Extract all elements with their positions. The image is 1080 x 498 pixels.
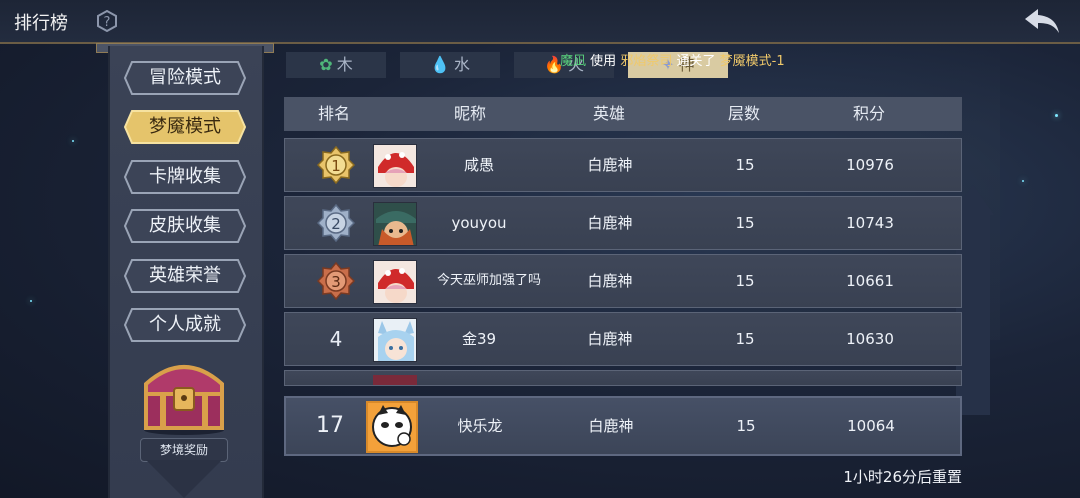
- my-score: 10064: [847, 417, 895, 435]
- nickname-cell: youyou: [451, 214, 507, 232]
- hero-cell: 白鹿神: [587, 156, 633, 174]
- nav-label: 冒险模式: [149, 67, 221, 88]
- star-sparkle: [30, 300, 32, 302]
- rank-number: 4: [329, 327, 343, 351]
- table-row[interactable]: 4 金39 白鹿神 15 10630: [284, 312, 962, 366]
- avatar[interactable]: [373, 260, 417, 304]
- rank-badge-number: 1: [331, 157, 341, 175]
- rank-badge-number: 3: [331, 273, 341, 291]
- silver-rank-badge-icon: 2: [316, 203, 356, 243]
- top-bar: 排行榜 ?: [0, 0, 1080, 44]
- nav-hero-honor[interactable]: 英雄荣誉: [124, 259, 246, 293]
- my-nickname: 快乐龙: [457, 417, 503, 435]
- table-row[interactable]: 3 今天巫师加强了吗 白鹿神 15 10661: [284, 254, 962, 308]
- hero-cell: 白鹿神: [587, 214, 633, 232]
- hero-cell: 白鹿神: [587, 272, 633, 290]
- tab-wood[interactable]: ✿ 木: [286, 52, 386, 78]
- rank-badge-number: 2: [331, 215, 341, 233]
- star-sparkle: [1055, 114, 1058, 117]
- nav-label: 卡牌收集: [149, 166, 221, 187]
- header-floors: 层数: [727, 104, 760, 123]
- nickname-cell: 咸愚: [463, 156, 494, 174]
- announce-hero: 邪焰祭司: [620, 54, 673, 69]
- nav-card-collection[interactable]: 卡牌收集: [124, 160, 246, 194]
- nav-adventure-mode[interactable]: 冒险模式: [124, 61, 246, 95]
- treasure-chest-icon[interactable]: [138, 354, 230, 436]
- my-avatar[interactable]: [366, 401, 418, 453]
- pennant-decoration: [146, 460, 222, 498]
- my-hero: 白鹿神: [588, 417, 634, 435]
- header-score: 积分: [852, 104, 885, 123]
- water-drop-icon: 💧: [430, 55, 450, 74]
- table-row[interactable]: 1 咸愚 白鹿神 15 10976: [284, 138, 962, 192]
- star-sparkle: [72, 140, 74, 142]
- announcement-banner: 魔凪 使用 邪焰祭司 通关了 梦魇模式-1: [560, 50, 785, 69]
- nav-label: 皮肤收集: [149, 215, 221, 236]
- table-row-partial: [284, 370, 962, 386]
- gold-rank-badge-icon: 1: [316, 145, 356, 185]
- tab-water[interactable]: 💧 水: [400, 52, 500, 78]
- nav-label: 个人成就: [149, 314, 221, 335]
- leaf-icon: ✿: [319, 55, 333, 74]
- nickname-cell: 今天巫师加强了吗: [436, 273, 541, 288]
- announce-text: 通关了: [676, 54, 716, 69]
- page-title: 排行榜: [14, 13, 68, 34]
- announce-mode: 梦魇模式-1: [719, 54, 785, 69]
- nickname-cell: 金39: [461, 330, 497, 348]
- nav-nightmare-mode[interactable]: 梦魇模式: [124, 110, 246, 144]
- back-arrow-icon[interactable]: [1022, 6, 1062, 36]
- score-cell: 10630: [846, 330, 894, 348]
- header-hero: 英雄: [592, 104, 625, 123]
- reset-countdown: 1小时26分后重置: [843, 468, 962, 486]
- table-row[interactable]: 2 youyou 白鹿神 15 10743: [284, 196, 962, 250]
- nav-skin-collection[interactable]: 皮肤收集: [124, 209, 246, 243]
- svg-text:?: ?: [104, 15, 111, 30]
- nav-label: 梦魇模式: [149, 116, 221, 137]
- score-cell: 10976: [846, 156, 894, 174]
- nav-label: 英雄荣誉: [149, 265, 221, 286]
- my-floors: 15: [736, 417, 756, 435]
- floors-cell: 15: [735, 272, 755, 290]
- score-cell: 10661: [846, 272, 894, 290]
- help-icon[interactable]: ?: [96, 9, 118, 33]
- floors-cell: 15: [735, 330, 755, 348]
- my-rank-number: 17: [316, 413, 344, 438]
- announce-player: 魔凪: [560, 54, 587, 69]
- bronze-rank-badge-icon: 3: [316, 261, 356, 301]
- floors-cell: 15: [735, 214, 755, 232]
- tab-label: 木: [336, 55, 353, 74]
- my-rank-row[interactable]: 17 快乐龙 白鹿神 15 10064: [284, 396, 962, 456]
- avatar: [373, 375, 417, 385]
- tab-label: 水: [453, 55, 470, 74]
- announce-text: 使用: [590, 54, 617, 69]
- table-header: 排名 昵称 英雄 层数 积分: [284, 97, 962, 131]
- nav-personal-achievements[interactable]: 个人成就: [124, 308, 246, 342]
- hero-cell: 白鹿神: [587, 330, 633, 348]
- header-nickname: 昵称: [453, 104, 486, 123]
- header-rank: 排名: [317, 104, 350, 123]
- floors-cell: 15: [735, 156, 755, 174]
- dream-reward-label[interactable]: 梦境奖励: [140, 438, 228, 462]
- star-sparkle: [1022, 180, 1024, 182]
- score-cell: 10743: [846, 214, 894, 232]
